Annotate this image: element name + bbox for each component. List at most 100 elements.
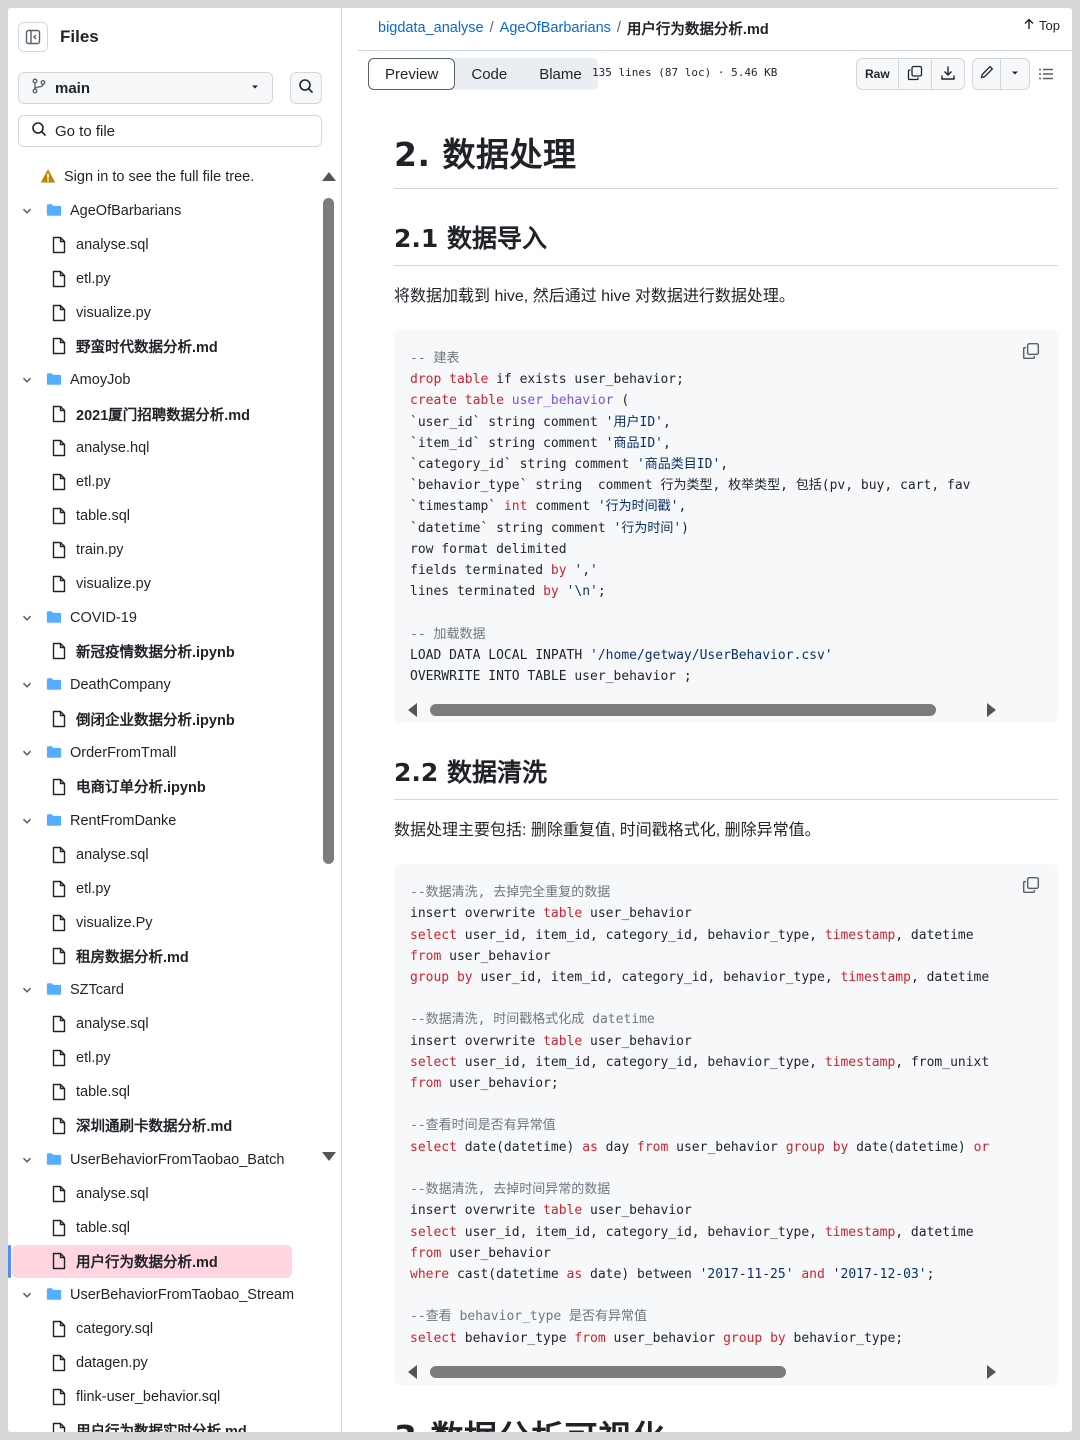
tree-file[interactable]: 电商订单分析.ipynb — [8, 770, 318, 804]
outline-button[interactable] — [1038, 66, 1054, 87]
chevron-down-icon[interactable] — [20, 206, 34, 216]
tree-file[interactable]: analyse.sql — [8, 228, 318, 262]
tree-file[interactable]: visualize.py — [8, 567, 318, 601]
copy-icon[interactable] — [1022, 342, 1042, 362]
chevron-down-icon[interactable] — [20, 816, 34, 826]
file-icon — [52, 1320, 68, 1338]
raw-button[interactable]: Raw — [857, 59, 899, 89]
tree-file[interactable]: 租房数据分析.md — [8, 939, 318, 973]
tree-item-label: 租房数据分析.md — [76, 949, 189, 966]
file-icon — [52, 947, 68, 965]
code-horizontal-scrollbar[interactable] — [394, 697, 1058, 723]
breadcrumb-folder-link[interactable]: AgeOfBarbarians — [500, 20, 611, 36]
tree-file[interactable]: analyse.sql — [8, 1177, 318, 1211]
tree-file[interactable]: visualize.Py — [8, 906, 318, 940]
tree-file[interactable]: 新冠疫情数据分析.ipynb — [8, 634, 318, 668]
tab-blame[interactable]: Blame — [523, 58, 598, 90]
tab-code[interactable]: Code — [455, 58, 523, 90]
tree-file[interactable]: 野蛮时代数据分析.md — [8, 329, 318, 363]
scroll-right-arrow[interactable] — [987, 703, 996, 718]
copy-icon[interactable] — [1022, 876, 1042, 896]
scroll-left-arrow[interactable] — [408, 1364, 417, 1379]
scroll-up-arrow[interactable] — [322, 172, 336, 181]
chevron-down-icon[interactable] — [20, 1290, 34, 1300]
go-to-file-input[interactable] — [55, 122, 295, 140]
code-horizontal-scrollbar[interactable] — [394, 1359, 1058, 1385]
tree-item-label: DeathCompany — [70, 677, 171, 694]
tree-folder[interactable]: UserBehaviorFromTaobao_Batch — [8, 1143, 318, 1177]
tree-item-label: 电商订单分析.ipynb — [76, 780, 206, 797]
tree-file[interactable]: visualize.py — [8, 296, 318, 330]
tree-folder[interactable]: AgeOfBarbarians — [8, 194, 318, 228]
copy-raw-button[interactable] — [899, 59, 932, 89]
tree-item-label: etl.py — [76, 270, 111, 287]
scrollbar-thumb[interactable] — [323, 198, 334, 864]
tree-file[interactable]: analyse.sql — [8, 838, 318, 872]
heading-visualization: 3.数据分析可视化 — [394, 1385, 1058, 1432]
sidebar-toggle-icon[interactable] — [18, 22, 48, 52]
code-block-import: -- 建表 drop table if exists user_behavior… — [394, 330, 1058, 724]
tree-folder[interactable]: SZTcard — [8, 973, 318, 1007]
file-icon — [52, 1117, 68, 1135]
file-icon — [52, 1422, 68, 1432]
tree-file[interactable]: etl.py — [8, 465, 318, 499]
chevron-down-icon[interactable] — [20, 985, 34, 995]
file-icon — [52, 1185, 68, 1203]
file-icon — [52, 304, 68, 322]
tree-file[interactable]: table.sql — [8, 1075, 318, 1109]
download-button[interactable] — [932, 59, 964, 89]
tree-file[interactable]: 深圳通刷卡数据分析.md — [8, 1109, 318, 1143]
edit-button[interactable] — [973, 59, 1001, 89]
branch-selector[interactable]: main — [18, 72, 273, 104]
chevron-down-icon[interactable] — [20, 748, 34, 758]
chevron-down-icon[interactable] — [20, 613, 34, 623]
tree-item-label: table.sql — [76, 1083, 131, 1100]
tree-folder[interactable]: RentFromDanke — [8, 804, 318, 838]
tree-file[interactable]: table.sql — [8, 499, 318, 533]
tree-folder[interactable]: UserBehaviorFromTaobao_Stream — [8, 1278, 318, 1312]
view-mode-tabs: Preview Code Blame — [368, 58, 598, 90]
tree-file[interactable]: analyse.hql — [8, 431, 318, 465]
go-to-file[interactable] — [18, 115, 322, 147]
git-branch-icon — [31, 78, 47, 99]
tree-item-label: table.sql — [76, 507, 131, 524]
edit-menu-button[interactable] — [1001, 59, 1029, 89]
folder-icon — [46, 1151, 62, 1169]
scrollbar-thumb[interactable] — [430, 1365, 786, 1378]
tree-item-label: 野蛮时代数据分析.md — [76, 339, 218, 356]
file-icon — [52, 710, 68, 728]
tree-file[interactable]: etl.py — [8, 872, 318, 906]
tree-folder[interactable]: COVID-19 — [8, 601, 318, 635]
heading-data-cleaning: 2.2 数据清洗 — [394, 753, 1058, 801]
breadcrumb-repo-link[interactable]: bigdata_analyse — [378, 20, 484, 36]
tree-file[interactable]: 用户行为数据实时分析.md — [8, 1414, 318, 1432]
tree-file[interactable]: analyse.sql — [8, 1007, 318, 1041]
file-icon — [52, 642, 68, 660]
scroll-down-arrow[interactable] — [322, 1152, 336, 1161]
tab-preview[interactable]: Preview — [368, 58, 456, 90]
chevron-down-icon[interactable] — [20, 375, 34, 385]
scrollbar-thumb[interactable] — [430, 704, 936, 717]
tree-folder[interactable]: OrderFromTmall — [8, 736, 318, 770]
sidebar-scrollbar[interactable] — [322, 172, 336, 1172]
tree-file-active[interactable]: 用户行为数据分析.md — [8, 1244, 292, 1279]
tree-file[interactable]: flink-user_behavior.sql — [8, 1380, 318, 1414]
tree-file[interactable]: table.sql — [8, 1211, 318, 1245]
chevron-down-icon[interactable] — [20, 680, 34, 690]
file-icon — [52, 1252, 68, 1270]
tree-file[interactable]: category.sql — [8, 1312, 318, 1346]
tree-file[interactable]: etl.py — [8, 262, 318, 296]
tree-file[interactable]: etl.py — [8, 1041, 318, 1075]
folder-icon — [46, 202, 62, 220]
search-files-button[interactable] — [290, 72, 322, 104]
scroll-left-arrow[interactable] — [408, 703, 417, 718]
back-to-top-button[interactable]: Top — [1023, 18, 1060, 33]
scroll-right-arrow[interactable] — [987, 1364, 996, 1379]
tree-folder[interactable]: DeathCompany — [8, 668, 318, 702]
tree-file[interactable]: datagen.py — [8, 1346, 318, 1380]
tree-file[interactable]: 倒闭企业数据分析.ipynb — [8, 702, 318, 736]
tree-file[interactable]: 2021厦门招聘数据分析.md — [8, 397, 318, 431]
tree-file[interactable]: train.py — [8, 533, 318, 567]
chevron-down-icon[interactable] — [20, 1155, 34, 1165]
tree-folder[interactable]: AmoyJob — [8, 363, 318, 397]
